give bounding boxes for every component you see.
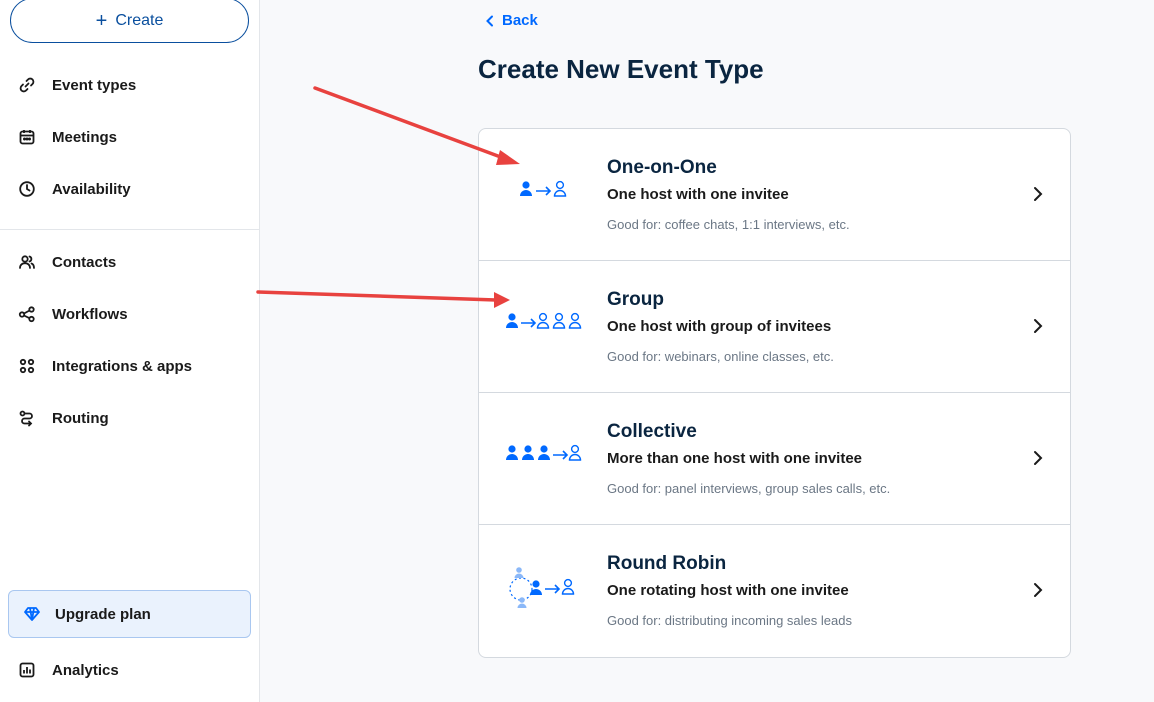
event-type-description: One rotating host with one invitee xyxy=(607,582,849,599)
event-type-one-on-one[interactable]: One-on-One One host with one invitee Goo… xyxy=(479,129,1070,261)
event-type-collective[interactable]: Collective More than one host with one i… xyxy=(479,393,1070,525)
sidebar-item-routing[interactable]: Routing xyxy=(18,406,109,430)
create-button-label: Create xyxy=(115,11,164,29)
sidebar-divider xyxy=(0,229,259,230)
event-type-description: One host with one invitee xyxy=(607,186,789,203)
sidebar-item-availability[interactable]: Availability xyxy=(18,177,131,201)
event-type-good-for: Good for: distributing incoming sales le… xyxy=(607,613,852,628)
plus-icon: + xyxy=(95,9,108,32)
annotation-arrow-group xyxy=(256,290,510,308)
event-type-name: Collective xyxy=(607,421,697,442)
event-type-round-robin[interactable]: Round Robin One rotating host with one i… xyxy=(479,525,1070,657)
diamond-icon xyxy=(24,607,40,621)
event-type-good-for: Good for: coffee chats, 1:1 interviews, … xyxy=(607,217,850,232)
workflow-icon xyxy=(18,306,35,323)
event-type-name: Group xyxy=(607,289,664,310)
analytics-icon xyxy=(19,662,35,678)
event-type-name: Round Robin xyxy=(607,553,727,574)
calendar-icon xyxy=(19,130,35,145)
sidebar-item-analytics[interactable]: Analytics xyxy=(18,658,119,682)
upgrade-plan-button[interactable]: Upgrade plan xyxy=(8,590,251,638)
clock-icon xyxy=(19,181,35,197)
chevron-right-icon xyxy=(1034,451,1043,465)
event-type-good-for: Good for: panel interviews, group sales … xyxy=(607,481,891,496)
round-robin-illustration-icon xyxy=(509,567,575,608)
group-illustration-icon xyxy=(506,312,582,329)
grid-icon xyxy=(19,358,35,374)
sidebar-item-integrations[interactable]: Integrations & apps xyxy=(18,354,192,378)
routing-icon xyxy=(19,410,33,427)
sidebar-item-workflows[interactable]: Workflows xyxy=(18,302,128,326)
chevron-right-icon xyxy=(1034,319,1043,333)
chevron-right-icon xyxy=(1034,583,1043,597)
event-type-list: One-on-One One host with one invitee Goo… xyxy=(478,128,1071,658)
create-button[interactable]: + Create xyxy=(10,0,249,43)
event-type-good-for: Good for: webinars, online classes, etc. xyxy=(607,349,834,364)
sidebar-item-meetings[interactable]: Meetings xyxy=(18,125,117,149)
contacts-icon xyxy=(19,255,35,269)
sidebar-item-event-types[interactable]: Event types xyxy=(18,73,136,97)
one-on-one-illustration-icon xyxy=(520,180,567,197)
link-icon xyxy=(19,77,35,93)
chevron-left-icon xyxy=(486,15,493,26)
event-type-name: One-on-One xyxy=(607,157,717,178)
page-title: Create New Event Type xyxy=(478,54,764,84)
sidebar: + Create Event types Meetings Availabili… xyxy=(0,0,260,702)
event-type-description: More than one host with one invitee xyxy=(607,450,863,467)
back-link[interactable]: Back xyxy=(486,12,538,29)
event-type-description: One host with group of invitees xyxy=(607,318,832,335)
event-type-group[interactable]: Group One host with group of invitees Go… xyxy=(479,261,1070,393)
chevron-right-icon xyxy=(1034,187,1043,201)
collective-illustration-icon xyxy=(506,444,582,461)
sidebar-item-contacts[interactable]: Contacts xyxy=(18,250,116,274)
